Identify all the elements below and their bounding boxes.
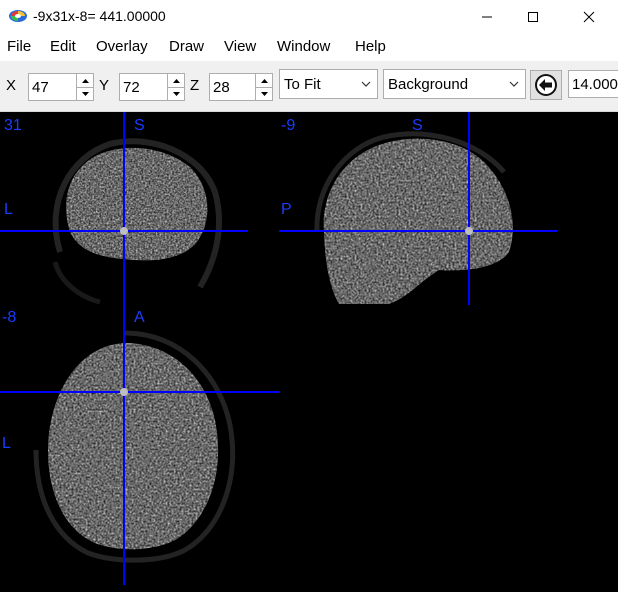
menu-bar: File Edit Overlay Draw View Window Help	[0, 33, 618, 61]
layer-dropdown[interactable]: Background	[383, 69, 526, 99]
axial-top-label: A	[134, 309, 145, 326]
toolbar: X 47 Y 72 Z 28 To Fit Background 14.000	[0, 61, 618, 112]
y-label: Y	[99, 77, 110, 94]
reset-button[interactable]	[530, 70, 562, 100]
chevron-down-icon	[260, 91, 268, 96]
z-increment-button[interactable]	[256, 74, 272, 88]
menu-help[interactable]: Help	[355, 38, 386, 55]
coronal-top-label: S	[134, 117, 145, 134]
coronal-view[interactable]: 31 S L	[0, 112, 248, 305]
menu-overlay[interactable]: Overlay	[96, 38, 148, 55]
x-decrement-button[interactable]	[77, 87, 93, 100]
z-label: Z	[190, 77, 200, 94]
z-decrement-button[interactable]	[256, 87, 272, 100]
coronal-image[interactable]	[0, 112, 248, 305]
x-value[interactable]: 47	[32, 79, 49, 96]
close-button[interactable]	[566, 0, 612, 33]
menu-view[interactable]: View	[224, 38, 256, 55]
crosshair-center	[120, 227, 128, 235]
chevron-up-icon	[172, 78, 180, 83]
menu-draw[interactable]: Draw	[169, 38, 204, 55]
coronal-slice-number: 31	[4, 117, 22, 134]
layer-selected: Background	[388, 76, 469, 93]
x-spinner[interactable]: 47	[28, 73, 94, 101]
back-arrow-icon	[535, 74, 557, 96]
zoom-selected: To Fit	[284, 76, 321, 93]
y-value[interactable]: 72	[123, 79, 140, 96]
menu-edit[interactable]: Edit	[50, 38, 76, 55]
chevron-down-icon	[81, 91, 89, 96]
maximize-button[interactable]	[510, 0, 556, 33]
y-increment-button[interactable]	[168, 74, 184, 88]
minimize-button[interactable]	[464, 0, 510, 33]
close-icon	[583, 11, 595, 22]
chevron-down-icon	[509, 81, 519, 87]
z-spinner-buttons	[255, 74, 272, 100]
y-decrement-button[interactable]	[168, 87, 184, 100]
sagittal-top-label: S	[412, 117, 423, 134]
menu-file[interactable]: File	[7, 38, 31, 55]
axial-view[interactable]: -8 A L	[0, 305, 280, 585]
x-increment-button[interactable]	[77, 74, 93, 88]
chevron-down-icon	[361, 81, 371, 87]
sagittal-image[interactable]	[279, 112, 557, 305]
sagittal-left-label: P	[281, 201, 292, 218]
minimize-icon	[482, 16, 492, 17]
axial-image[interactable]	[0, 305, 280, 585]
chevron-down-icon	[172, 91, 180, 96]
image-viewer[interactable]: 31 S L -9 S P -8 A L	[0, 112, 618, 592]
zoom-dropdown[interactable]: To Fit	[279, 69, 378, 99]
z-value[interactable]: 28	[213, 79, 230, 96]
x-spinner-buttons	[76, 74, 93, 100]
crosshair-center	[465, 227, 473, 235]
z-spinner[interactable]: 28	[209, 73, 273, 101]
y-spinner[interactable]: 72	[119, 73, 185, 101]
axial-left-label: L	[2, 435, 11, 452]
maximize-icon	[528, 11, 538, 22]
menu-window[interactable]: Window	[277, 38, 330, 55]
threshold-value: 14.000	[572, 76, 618, 93]
title-bar: -9x31x-8= 441.00000	[0, 0, 618, 33]
threshold-input[interactable]: 14.000	[568, 70, 618, 98]
coronal-left-label: L	[4, 201, 13, 218]
sagittal-slice-number: -9	[281, 117, 296, 134]
crosshair-center	[120, 388, 128, 396]
app-icon	[9, 10, 27, 22]
chevron-up-icon	[260, 78, 268, 83]
window-title: -9x31x-8= 441.00000	[33, 8, 166, 24]
chevron-up-icon	[81, 78, 89, 83]
x-label: X	[6, 77, 17, 94]
axial-slice-number: -8	[2, 309, 17, 326]
y-spinner-buttons	[167, 74, 184, 100]
sagittal-view[interactable]: -9 S P	[279, 112, 557, 305]
